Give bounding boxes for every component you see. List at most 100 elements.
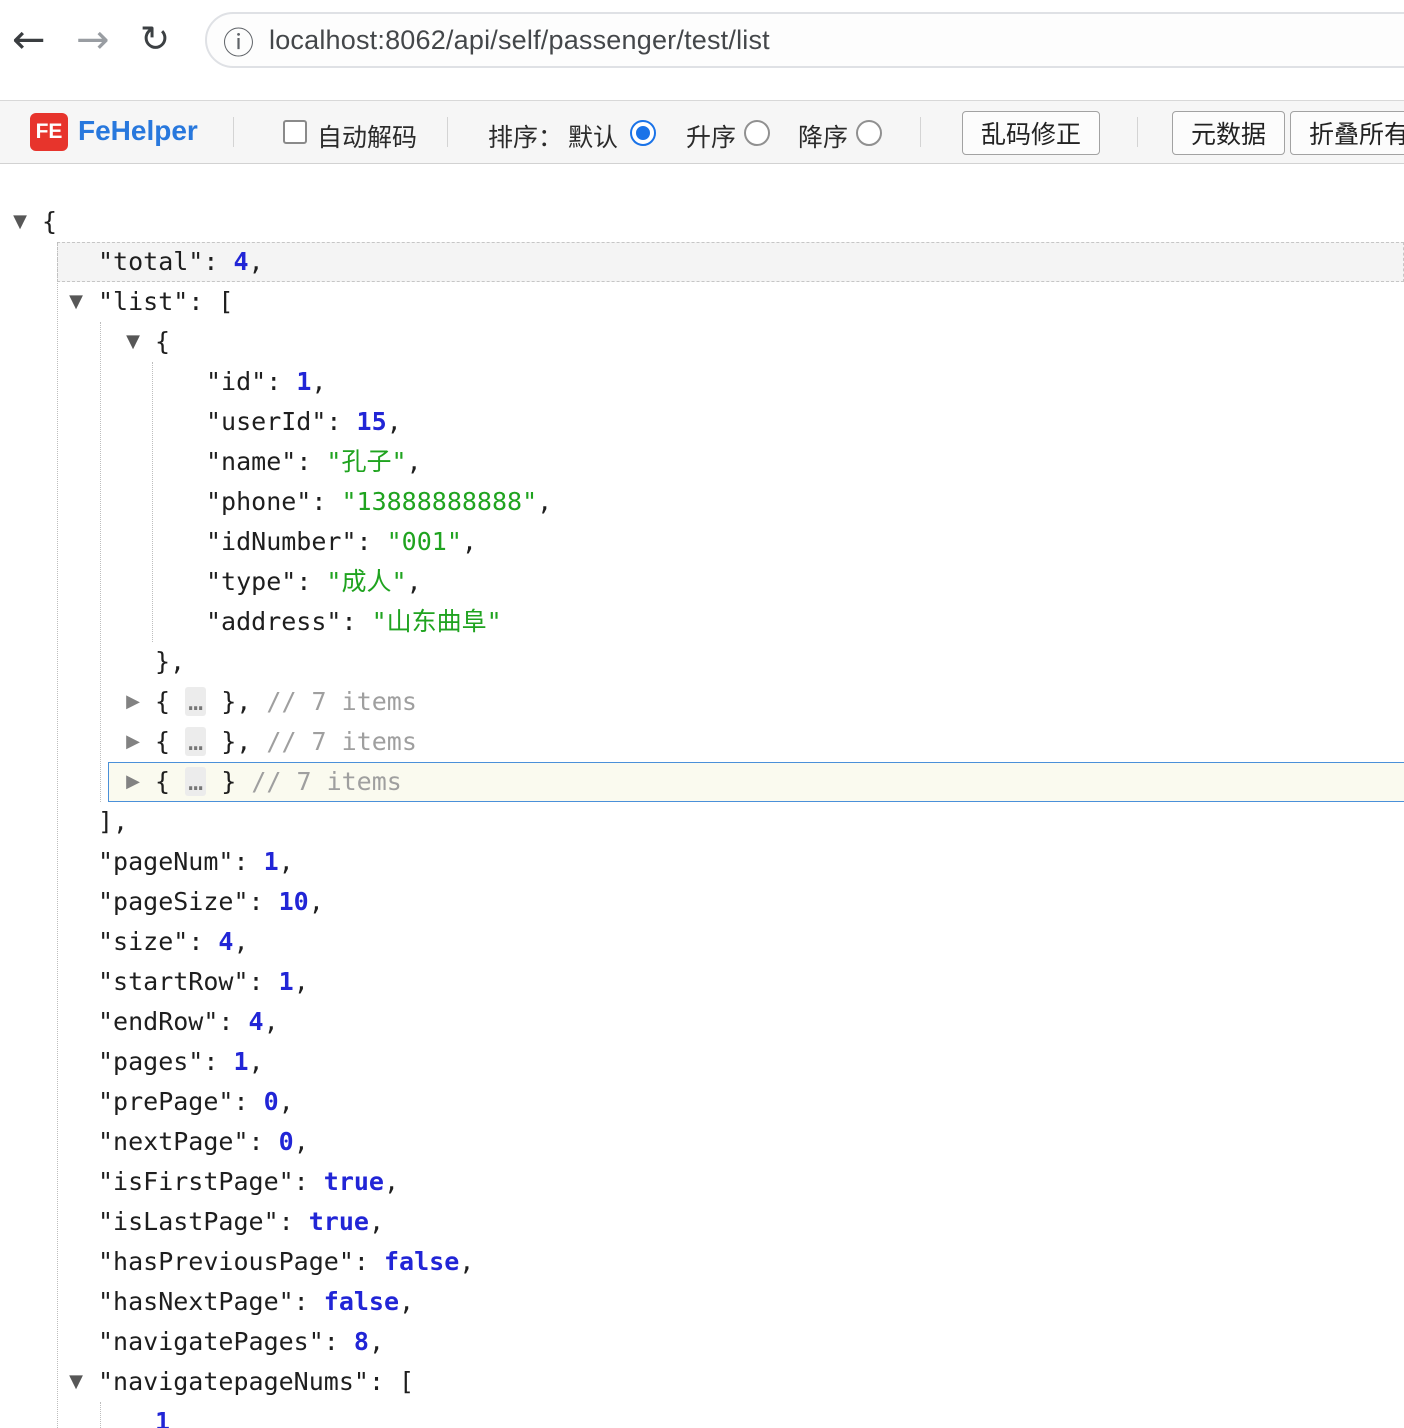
json-key: "name" [206,447,297,476]
json-row: ▶{ … }, // 7 items [0,722,1404,762]
json-punct: , [406,447,422,476]
auto-decode-checkbox[interactable] [283,120,307,144]
json-row-content: 1 [0,1402,1404,1428]
json-punct: : [188,927,219,956]
json-key: "total" [98,247,204,276]
json-row-content: "endRow": 4, [0,1002,1404,1042]
json-row: ▼ "list": [ [0,282,1404,322]
json-punct: : [296,447,327,476]
auto-decode-label[interactable]: 自动解码 [317,118,417,154]
browser-toolbar: ← → ↻ ⓘ localhost:8062/api/self/passenge… [0,0,1404,100]
json-number: 4 [248,1007,264,1036]
json-key: "navigatePages" [98,1327,324,1356]
json-punct: , [368,1207,385,1236]
json-key: "isLastPage" [98,1207,279,1236]
json-ellipsis[interactable]: … [185,687,207,716]
json-row-content: { … }, // 7 items [0,682,1404,722]
json-key: "nextPage" [98,1127,249,1156]
json-row-content: "hasNextPage": false, [0,1282,1404,1322]
json-punct: { [155,327,171,356]
json-punct: , [293,967,309,996]
reload-icon[interactable]: ↻ [140,14,170,66]
json-key: "hasPreviousPage" [98,1247,354,1276]
json-string: "13888888888" [341,487,538,516]
sort-option-descending-radio[interactable] [856,120,882,146]
json-punct: }, [206,727,267,756]
json-number: 0 [278,1127,294,1156]
json-punct: : [353,1247,384,1276]
separator [1137,117,1138,147]
json-row-content: "type": "成人", [0,562,1404,602]
json-row-content: { … } // 7 items [0,762,1404,802]
json-key: "userId" [206,407,327,436]
json-punct: : [326,407,357,436]
json-number: 15 [356,407,387,436]
json-punct: : [278,1207,309,1236]
json-row-content: }, [0,642,1404,682]
json-punct: : [233,1087,264,1116]
sort-option-descending-label[interactable]: 降序 [798,118,848,154]
json-row-content: "total": 4, [0,242,1404,282]
json-punct: , [308,887,324,916]
json-punct: ], [98,807,129,836]
json-row-content: "navigatePages": 8, [0,1322,1404,1362]
url-text: localhost:8062/api/self/passenger/test/l… [269,24,770,55]
forward-icon[interactable]: → [76,14,110,66]
json-number: 0 [263,1087,279,1116]
json-punct: } [206,767,252,796]
json-punct: , [459,1247,475,1276]
json-punct: { [42,207,58,236]
fix-garbled-button[interactable]: 乱码修正 [962,111,1101,155]
json-row: ▶{ … } // 7 items [0,762,1404,802]
json-string: "001" [386,527,462,556]
json-punct: , [368,1327,385,1356]
json-row-content: "navigatepageNums": [ [0,1362,1404,1402]
json-key: "type" [206,567,297,596]
metadata-button[interactable]: 元数据 [1172,111,1286,155]
back-icon[interactable]: ← [12,14,46,66]
separator [447,117,448,147]
json-row: "hasPreviousPage": false, [0,1242,1404,1282]
json-row-content: "userId": 15, [0,402,1404,442]
json-row-content: "pageSize": 10, [0,882,1404,922]
json-key: "hasNextPage" [98,1287,294,1316]
json-punct: { [155,727,186,756]
json-row-content: "address": "山东曲阜" [0,602,1404,642]
json-row-content: { [0,202,1404,242]
json-string: "孔子" [326,447,407,476]
sort-option-default-radio[interactable] [630,120,656,146]
json-comment: // 7 items [251,767,402,796]
json-punct: : [218,1007,249,1036]
json-punct: : [266,367,297,396]
sort-option-ascending-radio[interactable] [744,120,770,146]
json-key: "phone" [206,487,312,516]
json-row: "total": 4, [0,242,1404,282]
sort-label: 排序： [488,124,564,152]
json-key: "startRow" [98,967,249,996]
json-punct: : [293,1287,324,1316]
json-punct: , [278,847,294,876]
sort-option-ascending-label[interactable]: 升序 [686,118,736,154]
json-row: "isLastPage": true, [0,1202,1404,1242]
sort-option-default-label[interactable]: 默认 [568,118,618,154]
info-icon[interactable]: ⓘ [223,18,254,63]
json-punct: : [311,487,342,516]
json-ellipsis[interactable]: … [185,727,207,756]
json-punct: [ [399,1367,415,1396]
json-punct: , [461,527,477,556]
json-row-content: "name": "孔子", [0,442,1404,482]
json-punct: : [293,1167,324,1196]
json-comment: // 7 items [266,687,417,716]
json-punct: : [188,287,219,316]
json-number: 4 [233,247,249,276]
separator [233,117,234,147]
json-row-content: "pages": 1, [0,1042,1404,1082]
json-punct: : [356,527,387,556]
json-punct: , [293,1127,309,1156]
collapse-all-button[interactable]: 折叠所有 [1290,111,1404,155]
url-bar[interactable]: ⓘ localhost:8062/api/self/passenger/test… [205,12,1404,68]
json-punct: [ [218,287,234,316]
json-key: "list" [98,287,189,316]
json-ellipsis[interactable]: … [185,767,207,796]
json-row-content: "isFirstPage": true, [0,1162,1404,1202]
